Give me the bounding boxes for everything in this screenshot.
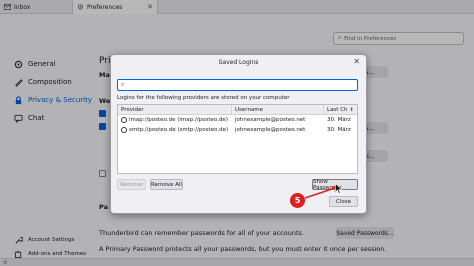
provider-text: smtp://posteo.de (smtp://posteo.de) — [129, 127, 229, 133]
provider-text: imap://posteo.de (imap://posteo.de) — [129, 117, 228, 123]
step-number-badge: 5 — [290, 193, 305, 208]
logins-table: Provider Username Last Ch ⇕ imap://poste… — [117, 104, 358, 174]
remove-button[interactable]: Remove — [117, 179, 146, 190]
globe-icon — [121, 117, 127, 123]
column-header-username[interactable]: Username — [232, 105, 324, 114]
table-header: Provider Username Last Ch ⇕ — [118, 105, 357, 115]
table-cell-username: johnexample@posteo.net — [235, 127, 306, 133]
table-cell-last-changed: 30. März — [327, 127, 351, 133]
table-row[interactable]: imap://posteo.de (imap://posteo.de) john… — [118, 115, 357, 125]
table-cell-provider: imap://posteo.de (imap://posteo.de) — [118, 115, 232, 125]
table-cell-username: johnexample@posteo.net — [235, 117, 306, 123]
globe-icon — [121, 127, 127, 133]
column-header-last-changed-label: Last Ch — [327, 106, 348, 113]
search-icon: ⌕ — [121, 81, 125, 88]
close-icon[interactable]: ✕ — [353, 57, 360, 66]
column-header-last-changed[interactable]: Last Ch ⇕ — [324, 105, 357, 114]
dialog-info-text: Logins for the following providers are s… — [117, 95, 290, 101]
logins-search-input[interactable]: ⌕ — [117, 79, 358, 91]
column-header-provider[interactable]: Provider — [118, 105, 232, 114]
table-row[interactable]: smtp://posteo.de (smtp://posteo.de) john… — [118, 125, 357, 135]
remove-all-button[interactable]: Remove All — [150, 179, 183, 190]
mouse-cursor-icon — [335, 183, 342, 194]
table-cell-provider: smtp://posteo.de (smtp://posteo.de) — [118, 125, 232, 135]
sort-icon: ⇕ — [349, 106, 354, 113]
dialog-title: Saved Logins — [218, 58, 259, 66]
table-cell-last-changed: 30. März — [327, 117, 351, 123]
